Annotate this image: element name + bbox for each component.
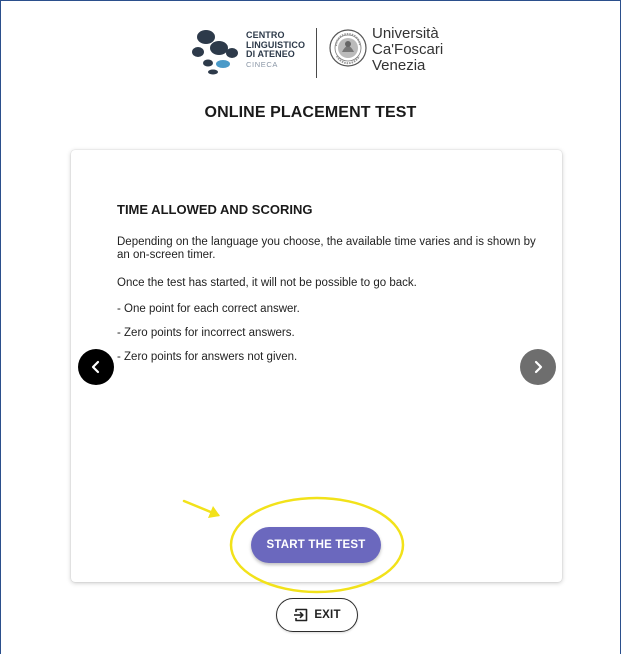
next-slide-button[interactable]	[520, 349, 556, 385]
chevron-right-icon	[534, 360, 543, 374]
exit-button[interactable]: EXIT	[276, 598, 358, 632]
exit-button-label: EXIT	[314, 609, 341, 621]
instructions-card: TIME ALLOWED AND SCORING Depending on th…	[71, 150, 562, 582]
cla-logo-subline: CINECA	[246, 59, 278, 69]
cla-logo-text: CENTRO LINGUISTICO DI ATENEO CINECA	[246, 30, 316, 69]
instruction-paragraph: Depending on the language you choose, th…	[117, 236, 536, 261]
chevron-left-icon	[91, 360, 100, 374]
university-logo-text: Università Ca'Foscari Venezia	[372, 26, 443, 74]
previous-slide-button[interactable]	[78, 349, 114, 385]
cla-logo-line: DI ATENEO	[246, 49, 295, 59]
start-test-button[interactable]: START THE TEST	[251, 527, 381, 563]
page-title: ONLINE PLACEMENT TEST	[204, 104, 417, 121]
university-logo-line: Venezia	[372, 57, 426, 74]
scoring-rule: - Zero points for answers not given.	[117, 351, 298, 363]
cla-logo-mark-icon	[192, 30, 238, 75]
logo-divider	[316, 28, 317, 78]
exit-icon	[294, 608, 308, 622]
instruction-paragraph: Once the test has started, it will not b…	[117, 277, 417, 289]
university-logo-line: Università	[372, 25, 439, 42]
section-title: TIME ALLOWED AND SCORING	[117, 202, 313, 217]
header-logos: CENTRO LINGUISTICO DI ATENEO CINECA Univ…	[0, 24, 621, 80]
university-seal-icon	[329, 29, 367, 67]
scoring-rule: - One point for each correct answer.	[117, 303, 300, 315]
university-logo-line: Ca'Foscari	[372, 41, 444, 58]
scoring-rule: - Zero points for incorrect answers.	[117, 327, 295, 339]
